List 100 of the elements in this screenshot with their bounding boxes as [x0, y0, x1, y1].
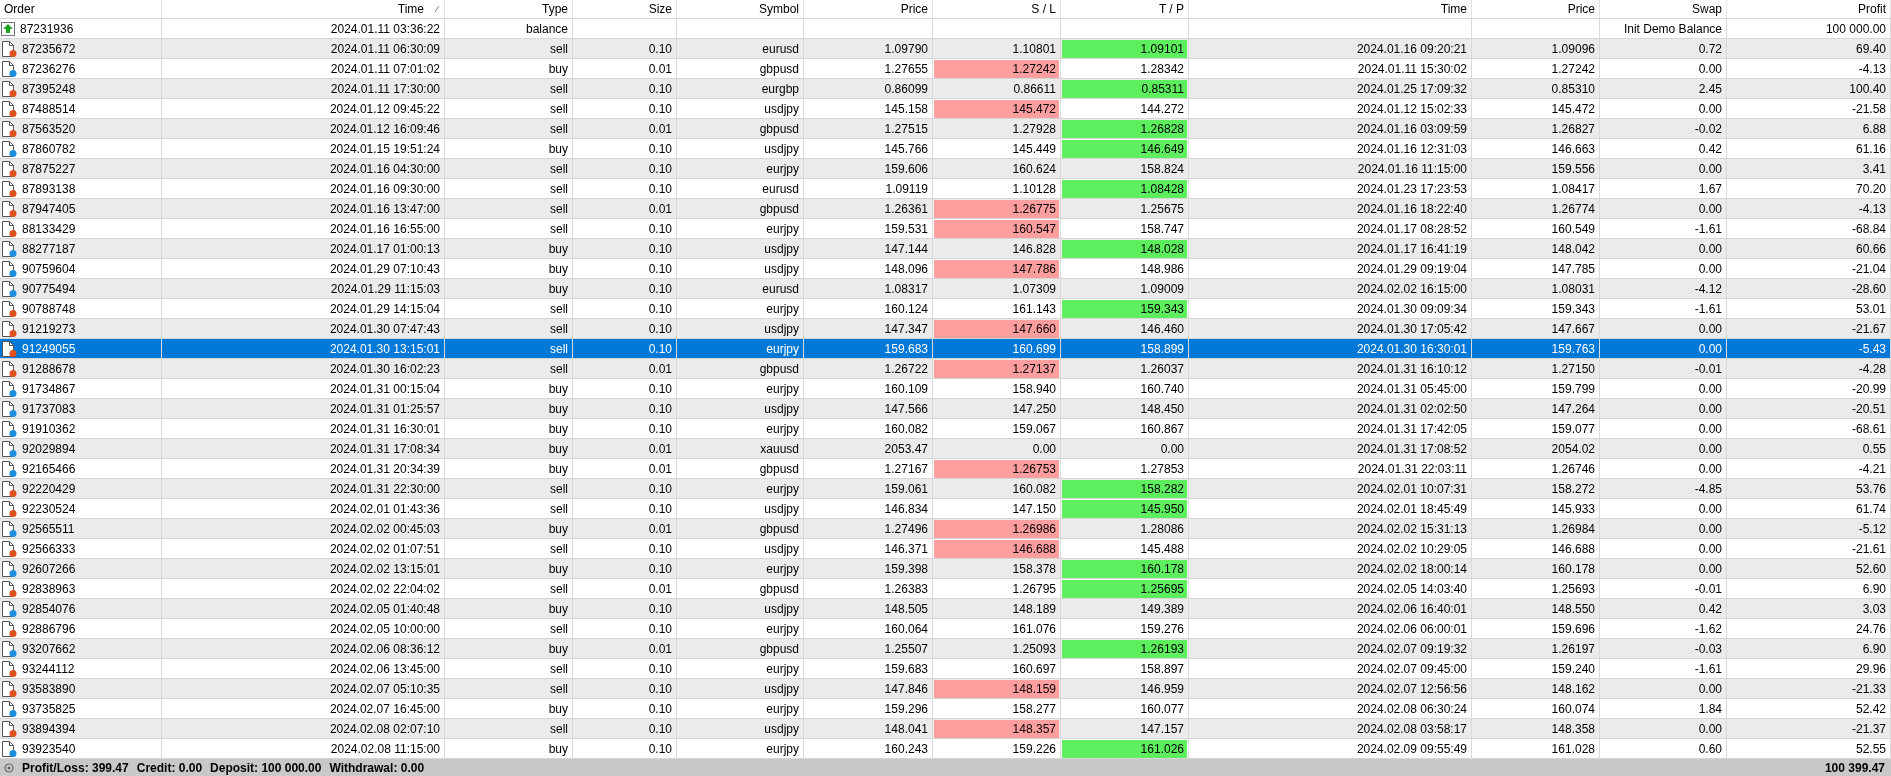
table-row[interactable]: 93583890 2024.02.07 05:10:35 sell 0.10 usdjpy 147.846 148.159 146.959 2024.02.07 12:56:56 148.162 0.00 -21.33 [0, 679, 1891, 699]
take-profit: 159.276 [1139, 621, 1185, 638]
swap: -1.61 [1693, 661, 1723, 678]
table-row[interactable]: 88133429 2024.01.16 16:55:00 sell 0.10 eurjpy 159.531 160.547 158.747 2024.01.17 08:28:52 160.549 -1.61 -68.84 [0, 219, 1891, 239]
symbol: usdjpy [763, 681, 800, 698]
close-price: 1.08031 [1550, 281, 1596, 298]
column-header[interactable]: Swap [1691, 0, 1722, 18]
table-row[interactable]: 93894394 2024.02.08 02:07:10 sell 0.10 usdjpy 148.041 148.357 147.157 2024.02.08 03:58:17 148.358 0.00 -21.37 [0, 719, 1891, 739]
open-time: 2024.01.12 09:45:22 [328, 101, 441, 118]
symbol: usdjpy [763, 101, 800, 118]
table-row[interactable]: 92854076 2024.02.05 01:40:48 buy 0.10 usdjpy 148.505 148.189 149.389 2024.02.06 16:40:01 148.550 0.42 3.03 [0, 599, 1891, 619]
profit: 60.66 [1854, 241, 1887, 258]
swap: -4.12 [1693, 281, 1723, 298]
profit: -20.99 [1850, 381, 1887, 398]
take-profit: 158.899 [1139, 341, 1185, 358]
open-time: 2024.01.29 11:15:03 [329, 281, 441, 298]
table-row[interactable]: 87860782 2024.01.15 19:51:24 buy 0.10 usdjpy 145.766 145.449 146.649 2024.01.16 12:31:03 146.663 0.42 61.16 [0, 139, 1891, 159]
table-row[interactable]: 88277187 2024.01.17 01:00:13 buy 0.10 usdjpy 147.144 146.828 148.028 2024.01.17 16:41:19 148.042 0.00 60.66 [0, 239, 1891, 259]
stop-loss: 147.786 [934, 260, 1059, 278]
table-row[interactable]: 90775494 2024.01.29 11:15:03 buy 0.10 eurusd 1.08317 1.07309 1.09009 2024.02.02 16:15:00 1.08031 -4.12 -28.60 [0, 279, 1891, 299]
order-type: sell [549, 41, 569, 58]
table-row[interactable]: 92566333 2024.02.02 01:07:51 sell 0.10 usdjpy 146.371 146.688 145.488 2024.02.02 10:29:05 146.688 0.00 -21.61 [0, 539, 1891, 559]
take-profit: 1.25675 [1139, 201, 1185, 218]
column-header[interactable]: Price [1567, 0, 1595, 18]
swap: 0.00 [1697, 721, 1723, 738]
swap: 0.00 [1697, 321, 1723, 338]
column-header[interactable]: Size [648, 0, 672, 18]
open-time: 2024.01.31 01:25:57 [328, 401, 441, 418]
table-row[interactable]: 92565511 2024.02.02 00:45:03 buy 0.01 gbpusd 1.27496 1.26986 1.28086 2024.02.02 15:31:13 1.26984 0.00 -5.12 [0, 519, 1891, 539]
column-header[interactable]: Order [4, 0, 35, 18]
column-header[interactable]: T / P [1158, 0, 1184, 18]
profit: 24.76 [1854, 621, 1887, 638]
order-number: 92854076 [22, 601, 76, 618]
table-row[interactable]: 92607266 2024.02.02 13:15:01 buy 0.10 eurjpy 159.398 158.378 160.178 2024.02.02 18:00:14 160.178 0.00 52.60 [0, 559, 1891, 579]
table-row[interactable]: 91737083 2024.01.31 01:25:57 buy 0.10 usdjpy 147.566 147.250 148.450 2024.01.31 02:02:50 147.264 0.00 -20.51 [0, 399, 1891, 419]
stop-loss: 1.07309 [1011, 281, 1057, 298]
table-row[interactable]: 92165466 2024.01.31 20:34:39 buy 0.01 gbpusd 1.27167 1.26753 1.27853 2024.01.31 22:03:11 1.26746 0.00 -4.21 [0, 459, 1891, 479]
open-time: 2024.01.16 04:30:00 [328, 161, 441, 178]
table-row[interactable]: 87395248 2024.01.11 17:30:00 sell 0.10 eurgbp 0.86099 0.86611 0.85311 2024.01.25 17:09:32 0.85310 2.45 100.40 [0, 79, 1891, 99]
table-row[interactable]: 87235672 2024.01.11 06:30:09 sell 0.10 eurusd 1.09790 1.10801 1.09101 2024.01.16 09:20:21 1.09096 0.72 69.40 [0, 39, 1891, 59]
table-row[interactable]: 91910362 2024.01.31 16:30:01 buy 0.10 eurjpy 160.082 159.067 160.867 2024.01.31 17:42:05 159.077 0.00 -68.61 [0, 419, 1891, 439]
table-row[interactable]: 93244112 2024.02.06 13:45:00 sell 0.10 eurjpy 159.683 160.697 158.897 2024.02.07 09:45:00 159.240 -1.61 29.96 [0, 659, 1891, 679]
open-time: 2024.02.06 08:36:12 [328, 641, 441, 658]
table-row[interactable]: 92886796 2024.02.05 10:00:00 sell 0.10 eurjpy 160.064 161.076 159.276 2024.02.06 06:00:01 159.696 -1.62 24.76 [0, 619, 1891, 639]
order-number: 87395248 [22, 81, 76, 98]
order-type: buy [547, 401, 569, 418]
table-row[interactable]: 87231936 2024.01.11 03:36:22 balance Init Demo Balance 100 000.00 [0, 19, 1891, 39]
take-profit: 1.28342 [1139, 61, 1185, 78]
table-row[interactable]: 87236276 2024.01.11 07:01:02 buy 0.01 gbpusd 1.27655 1.27242 1.28342 2024.01.11 15:30:02 1.27242 0.00 -4.13 [0, 59, 1891, 79]
take-profit: 158.824 [1139, 161, 1185, 178]
table-row[interactable]: 87563520 2024.01.12 16:09:46 sell 0.01 gbpusd 1.27515 1.27928 1.26828 2024.01.16 03:09:59 1.26827 -0.02 6.88 [0, 119, 1891, 139]
table-row[interactable]: 93923540 2024.02.08 11:15:00 buy 0.10 eurjpy 160.243 159.226 161.026 2024.02.09 09:55:49 161.028 0.60 52.55 [0, 739, 1891, 759]
table-row[interactable]: 87893138 2024.01.16 09:30:00 sell 0.10 eurusd 1.09119 1.10128 1.08428 2024.01.23 17:23:53 1.08417 1.67 70.20 [0, 179, 1891, 199]
close-price: 159.556 [1550, 161, 1596, 178]
stop-loss: 147.250 [1011, 401, 1057, 418]
table-row[interactable]: 92029894 2024.01.31 17:08:34 buy 0.01 xauusd 2053.47 0.00 0.00 2024.01.31 17:08:52 2054.02 0.00 0.55 [0, 439, 1891, 459]
table-row[interactable]: 90759604 2024.01.29 07:10:43 buy 0.10 usdjpy 148.096 147.786 148.986 2024.01.29 09:19:04 147.785 0.00 -21.04 [0, 259, 1891, 279]
order-type: sell [549, 121, 569, 138]
column-header[interactable]: Profit [1858, 0, 1886, 18]
symbol: usdjpy [763, 241, 800, 258]
stop-loss: 1.26795 [1011, 581, 1057, 598]
table-row[interactable]: 91734867 2024.01.31 00:15:04 buy 0.10 eurjpy 160.109 158.940 160.740 2024.01.31 05:45:00 159.799 0.00 -20.99 [0, 379, 1891, 399]
take-profit: 1.26193 [1062, 640, 1187, 658]
table-row[interactable]: 87947405 2024.01.16 13:47:00 sell 0.01 gbpusd 1.26361 1.26775 1.25675 2024.01.16 18:22:40 1.26774 0.00 -4.13 [0, 199, 1891, 219]
lot-size: 0.10 [647, 181, 673, 198]
table-row[interactable]: 92838963 2024.02.02 22:04:02 sell 0.01 gbpusd 1.26383 1.26795 1.25695 2024.02.05 14:03:40 1.25693 -0.01 6.90 [0, 579, 1891, 599]
table-row[interactable]: 93207662 2024.02.06 08:36:12 buy 0.01 gbpusd 1.25507 1.25093 1.26193 2024.02.07 09:19:32 1.26197 -0.03 6.90 [0, 639, 1891, 659]
open-time: 2024.01.31 20:34:39 [328, 461, 441, 478]
lot-size: 0.10 [647, 621, 673, 638]
table-row[interactable]: 91288678 2024.01.30 16:02:23 sell 0.01 gbpusd 1.26722 1.27137 1.26037 2024.01.31 16:10:12 1.27150 -0.01 -4.28 [0, 359, 1891, 379]
order-number: 87947405 [22, 201, 76, 218]
open-time: 2024.02.02 00:45:03 [328, 521, 441, 538]
table-row[interactable]: 87488514 2024.01.12 09:45:22 sell 0.10 usdjpy 145.158 145.472 144.272 2024.01.12 15:02:33 145.472 0.00 -21.58 [0, 99, 1891, 119]
order-number: 93207662 [22, 641, 76, 658]
symbol: gbpusd [758, 61, 800, 78]
column-header[interactable]: S / L [1031, 0, 1056, 18]
column-header[interactable]: Type [542, 0, 568, 18]
table-row[interactable]: 93735825 2024.02.07 16:45:00 buy 0.10 eurjpy 159.296 158.277 160.077 2024.02.08 06:30:24 160.074 1.84 52.42 [0, 699, 1891, 719]
column-header[interactable]: Symbol [759, 0, 799, 18]
open-time: 2024.01.16 13:47:00 [328, 201, 441, 218]
swap: 1.67 [1697, 181, 1723, 198]
profit: -68.84 [1850, 221, 1887, 238]
table-row[interactable]: 90788748 2024.01.29 14:15:04 sell 0.10 eurjpy 160.124 161.143 159.343 2024.01.30 09:09:34 159.343 -1.61 53.01 [0, 299, 1891, 319]
open-time: 2024.01.11 17:30:00 [329, 81, 441, 98]
column-header[interactable]: Time [1440, 0, 1467, 18]
open-price: 160.124 [883, 301, 929, 318]
stop-loss: 161.143 [1011, 301, 1057, 318]
symbol: xauusd [759, 441, 800, 458]
close-price: 147.667 [1550, 321, 1596, 338]
table-row[interactable]: 92220429 2024.01.31 22:30:00 sell 0.10 eurjpy 159.061 160.082 158.282 2024.02.01 10:07:31 158.272 -4.85 53.76 [0, 479, 1891, 499]
table-row[interactable]: 92230524 2024.02.01 01:43:36 sell 0.10 usdjpy 146.834 147.150 145.950 2024.02.01 18:45:49 145.933 0.00 61.74 [0, 499, 1891, 519]
table-row[interactable]: 87875227 2024.01.16 04:30:00 sell 0.10 eurjpy 159.606 160.624 158.824 2024.01.16 11:15:00 159.556 0.00 3.41 [0, 159, 1891, 179]
order-number: 87563520 [22, 121, 76, 138]
table-row[interactable]: 91219273 2024.01.30 07:47:43 sell 0.10 usdjpy 147.347 147.660 146.460 2024.01.30 17:05:42 147.667 0.00 -21.67 [0, 319, 1891, 339]
table-row[interactable]: 91249055 2024.01.30 13:15:01 sell 0.10 eurjpy 159.683 160.699 158.899 2024.01.30 16:30:01 159.763 0.00 -5.43 [0, 339, 1891, 359]
column-header[interactable]: Price [900, 0, 928, 18]
column-header[interactable]: Time [397, 0, 426, 18]
open-price: 146.371 [883, 541, 929, 558]
profit: 53.01 [1854, 301, 1887, 318]
profit: -21.33 [1850, 681, 1887, 698]
